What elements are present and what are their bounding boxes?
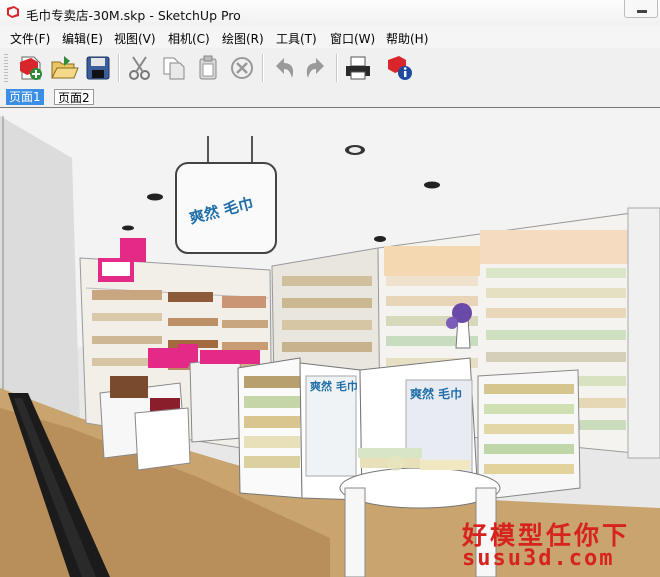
paste-icon[interactable]: [192, 52, 224, 84]
standard-toolbar: [0, 48, 660, 88]
redo-icon[interactable]: [300, 52, 332, 84]
watermark-line2: susu3d.com: [462, 546, 615, 571]
sketchup-app-icon: [7, 6, 19, 18]
menu-window[interactable]: 窗口(W): [330, 30, 375, 47]
toolbar-separator: [262, 54, 264, 82]
menu-file[interactable]: 文件(F): [10, 30, 50, 47]
menu-draw[interactable]: 绘图(R): [222, 30, 264, 47]
open-file-icon[interactable]: [48, 52, 80, 84]
erase-icon[interactable]: [226, 52, 258, 84]
toolbar-separator: [336, 54, 338, 82]
watermark: 好模型任你下 susu3d.com: [458, 516, 658, 576]
menu-tools[interactable]: 工具(T): [276, 30, 317, 47]
new-file-icon[interactable]: [14, 52, 46, 84]
menu-camera[interactable]: 相机(C): [168, 30, 210, 47]
menu-bar: 文件(F) 编辑(E) 视图(V) 相机(C) 绘图(R) 工具(T) 窗口(W…: [0, 26, 660, 49]
menu-edit[interactable]: 编辑(E): [62, 30, 103, 47]
cut-icon[interactable]: [124, 52, 156, 84]
undo-icon[interactable]: [268, 52, 300, 84]
title-bar: 毛巾专卖店-30M.skp - SketchUp Pro: [0, 0, 660, 27]
copy-icon[interactable]: [158, 52, 190, 84]
toolbar-separator: [118, 54, 120, 82]
tab-page2[interactable]: 页面2: [54, 89, 94, 105]
save-icon[interactable]: [82, 52, 114, 84]
minimize-icon: [637, 10, 647, 13]
minimize-button[interactable]: [624, 0, 658, 18]
drawing-viewport[interactable]: 爽然 毛巾 爽然 毛巾 爽然 毛巾 好模型任你下 susu3d.com: [0, 107, 660, 577]
window-title: 毛巾专卖店-30M.skp - SketchUp Pro: [26, 8, 241, 23]
toolbar-grip[interactable]: [4, 54, 8, 82]
scene-tabs: 页面1 页面2: [0, 88, 660, 106]
menu-view[interactable]: 视图(V): [114, 30, 156, 47]
model-info-icon[interactable]: [384, 52, 416, 84]
menu-help[interactable]: 帮助(H): [386, 30, 428, 47]
print-icon[interactable]: [342, 52, 374, 84]
panel-brand-text: 爽然 毛巾: [310, 379, 358, 393]
tab-page1[interactable]: 页面1: [6, 89, 44, 105]
display-logo-text: 爽然 毛巾: [410, 386, 462, 401]
store-model-render: 爽然 毛巾 爽然 毛巾 爽然 毛巾: [0, 108, 660, 577]
